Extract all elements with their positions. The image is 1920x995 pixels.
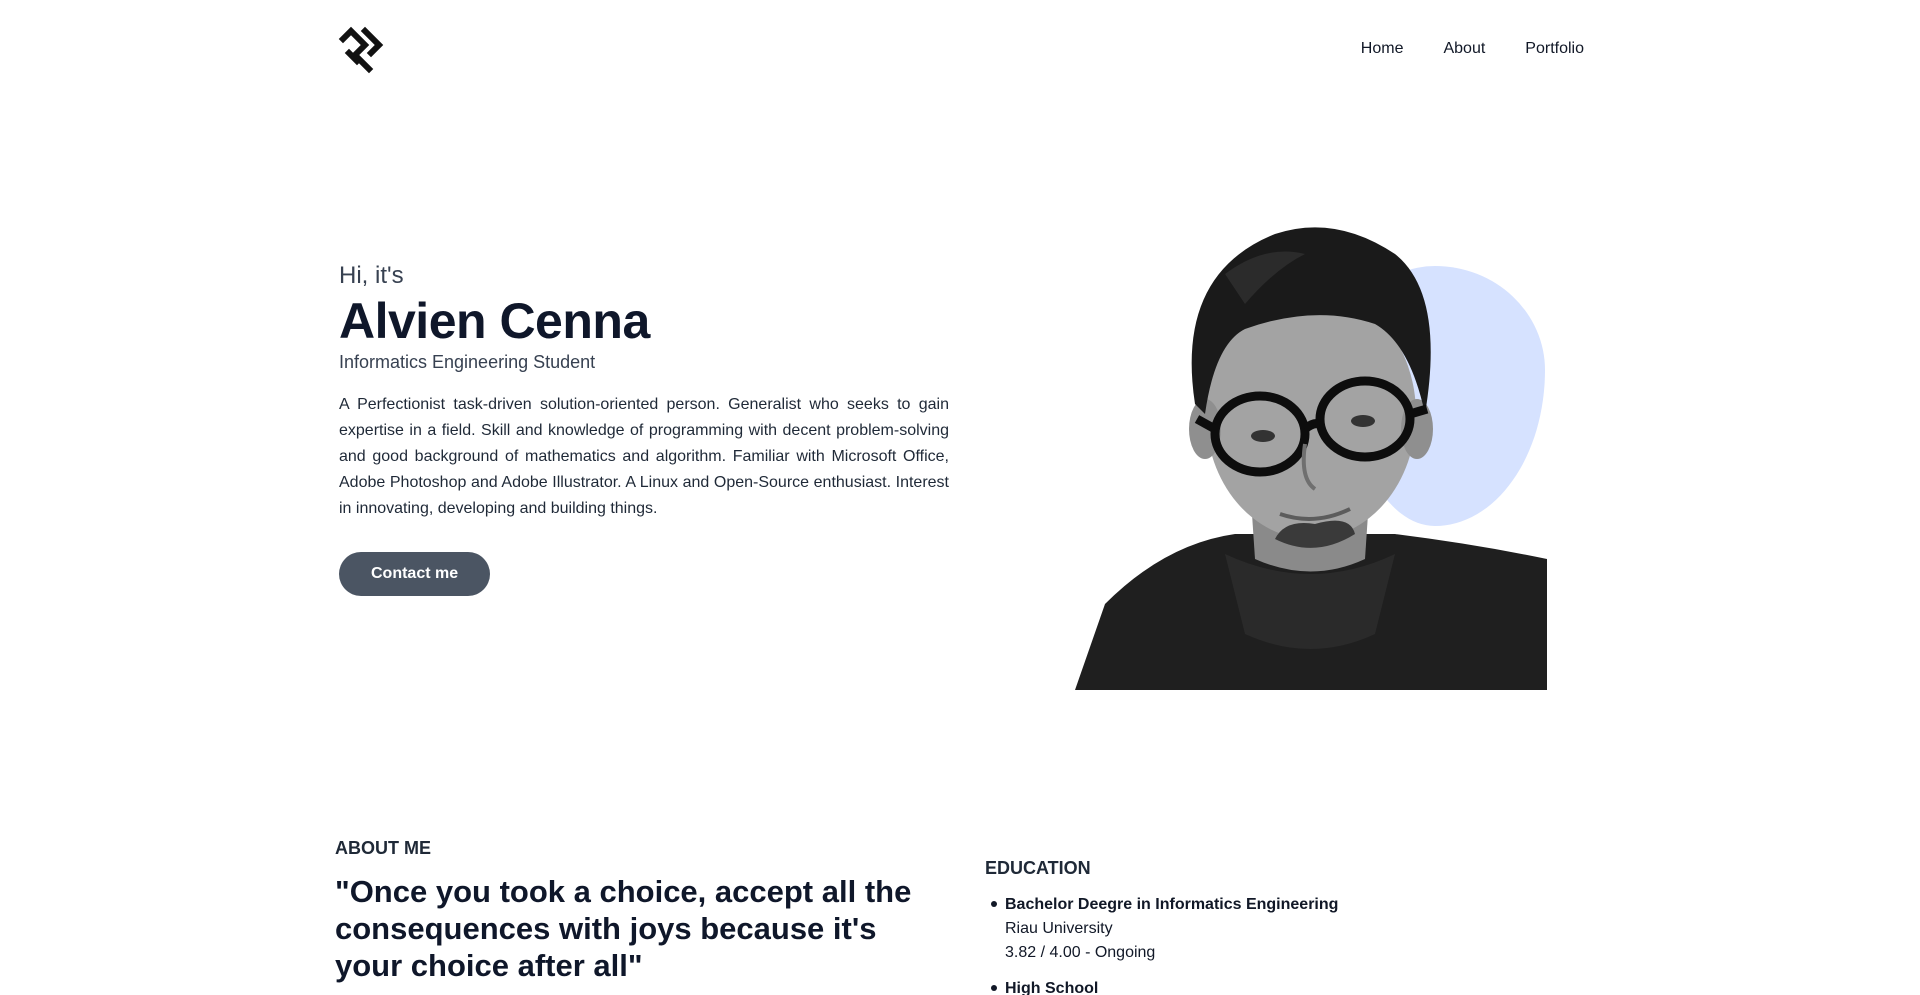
hero-name: Alvien Cenna: [339, 293, 650, 349]
profile-photo: [1075, 227, 1547, 690]
about-quote: "Once you took a choice, accept all the …: [335, 874, 912, 983]
education-list: Bachelor Deegre in Informatics Engineeri…: [985, 893, 1585, 995]
education-school: Riau University: [1005, 920, 1113, 937]
education-degree: Bachelor Deegre in Informatics Engineeri…: [1005, 896, 1339, 913]
page: Home About Portfolio Hi, it's Alvien Cen…: [0, 0, 1920, 995]
site-header: Home About Portfolio: [0, 0, 1920, 104]
education-grade: 3.82 / 4.00 - Ongoing: [1005, 944, 1156, 961]
hero-greeting: Hi, it's: [339, 262, 404, 289]
hero-portrait: [1075, 214, 1547, 690]
education-heading: EDUCATION: [985, 858, 1091, 878]
nav-portfolio-link[interactable]: Portfolio: [1525, 40, 1584, 58]
main-nav: Home About Portfolio: [1361, 40, 1584, 58]
about-section: ABOUT ME "Once you took a choice, accept…: [335, 838, 935, 984]
education-degree: High School: [1005, 980, 1099, 995]
education-section: EDUCATION Bachelor Deegre in Informatics…: [985, 858, 1585, 995]
hero-bio: A Perfectionist task-driven solution-ori…: [339, 396, 949, 517]
education-item: High School: [985, 977, 1585, 995]
about-heading: ABOUT ME: [335, 838, 431, 858]
contact-me-button[interactable]: Contact me: [339, 552, 491, 596]
hero-subtitle: Informatics Engineering Student: [339, 352, 596, 372]
education-item: Bachelor Deegre in Informatics Engineeri…: [985, 893, 1585, 965]
lc-monogram-logo-icon[interactable]: [335, 23, 387, 75]
nav-home-link[interactable]: Home: [1361, 40, 1404, 58]
nav-about-link[interactable]: About: [1443, 40, 1485, 58]
hero-intro: Hi, it's Alvien Cenna Informatics Engine…: [339, 262, 949, 596]
